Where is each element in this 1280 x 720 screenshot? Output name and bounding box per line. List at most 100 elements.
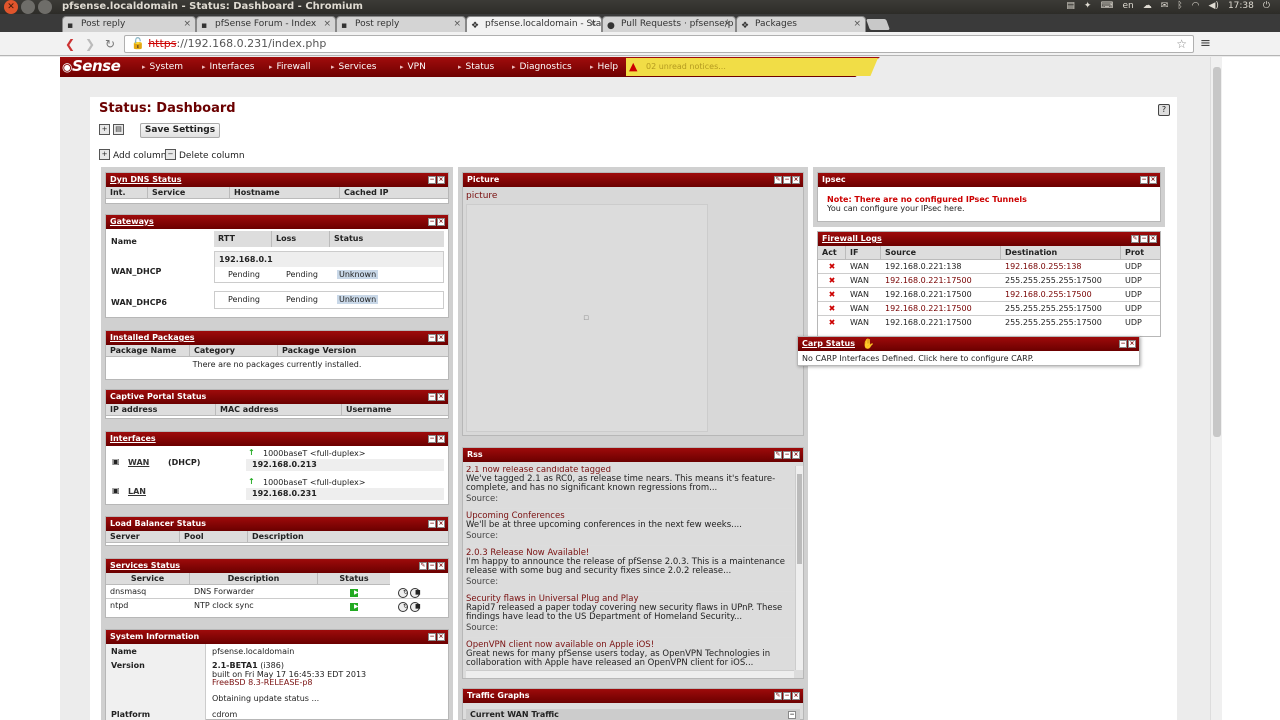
power-tray-icon[interactable]: ⏻ (1263, 0, 1270, 13)
minimize-icon[interactable]: − (783, 176, 791, 184)
minimize-icon[interactable]: − (1140, 235, 1148, 243)
cloud-tray-icon[interactable]: ☁ (1143, 0, 1152, 13)
delete-column-link[interactable]: Delete column (179, 151, 245, 161)
maximize-window-icon[interactable] (38, 0, 52, 14)
rss-horizontal-scrollbar[interactable] (466, 670, 794, 678)
ipsec-configure-link[interactable]: You can configure your IPsec here. (827, 204, 1160, 213)
minimize-icon[interactable]: − (788, 711, 796, 719)
menu-status[interactable]: ▸ Status (458, 59, 494, 75)
close-icon[interactable]: × (437, 176, 445, 184)
browser-tab[interactable]: ▪ pfSense Forum - Index × (196, 16, 336, 32)
close-icon[interactable]: × (437, 334, 445, 342)
close-icon[interactable]: × (437, 393, 445, 401)
help-icon[interactable]: ? (1158, 104, 1170, 116)
restart-service-icon[interactable]: ↻ (398, 602, 408, 612)
close-icon[interactable]: × (1149, 235, 1157, 243)
menu-services[interactable]: ▸ Services (331, 59, 376, 75)
add-widget-icon[interactable]: + (99, 124, 110, 135)
tab-close-icon[interactable]: × (723, 17, 731, 31)
close-icon[interactable]: × (437, 562, 445, 570)
new-tab-button[interactable] (865, 19, 891, 30)
carp-header-drag-handle[interactable]: Carp Status ✋ − × (798, 337, 1139, 351)
menu-firewall[interactable]: ▸ Firewall (269, 59, 310, 75)
bluetooth-tray-icon[interactable]: ᛒ (1177, 0, 1182, 13)
close-icon[interactable]: × (437, 633, 445, 641)
settings-icon[interactable]: ✎ (774, 176, 782, 184)
mail-tray-icon[interactable]: ✉ (1161, 0, 1169, 13)
tab-close-icon[interactable]: × (589, 17, 597, 31)
reload-icon[interactable]: ↻ (102, 36, 118, 52)
carp-configure-link[interactable]: No CARP Interfaces Defined. Click here t… (798, 351, 1139, 363)
minimize-icon[interactable]: − (428, 633, 436, 641)
carp-status-widget[interactable]: Carp Status ✋ − × No CARP Interfaces Defi… (797, 336, 1140, 366)
minimize-icon[interactable]: − (428, 562, 436, 570)
address-bar[interactable]: 🔓 https://192.168.0.231/index.php ☆ (124, 35, 1194, 53)
minimize-icon[interactable]: − (428, 218, 436, 226)
back-icon[interactable]: ❮ (62, 36, 78, 52)
insecure-lock-icon[interactable]: 🔓 (131, 37, 145, 50)
carp-title[interactable]: Carp Status (802, 339, 855, 348)
scrollbar-thumb[interactable] (1213, 67, 1221, 437)
close-icon[interactable]: × (1128, 340, 1136, 348)
browser-tab[interactable]: ▪ Post reply × (62, 16, 196, 32)
chrome-menu-icon[interactable]: ≡ (1200, 36, 1211, 51)
stop-service-icon[interactable]: ■ (410, 588, 421, 598)
interface-link-lan[interactable]: LAN (128, 487, 146, 496)
browser-tab[interactable]: ● Pull Requests · pfsense/p × (602, 16, 736, 32)
settings-icon[interactable]: ✎ (774, 451, 782, 459)
keyboard-tray-icon[interactable]: ⌨ (1100, 0, 1113, 13)
minimize-window-icon[interactable] (21, 0, 35, 14)
keyboard-language[interactable]: en (1122, 0, 1133, 13)
wifi-tray-icon[interactable]: ◠ (1192, 0, 1200, 13)
settings-icon[interactable]: ✎ (774, 692, 782, 700)
add-column-link[interactable]: Add column (113, 151, 166, 161)
close-icon[interactable]: × (792, 692, 800, 700)
browser-tab-active[interactable]: ❖ pfsense.localdomain - Sta × (466, 16, 602, 32)
bookmark-star-icon[interactable]: ☆ (1176, 36, 1187, 52)
clock[interactable]: 17:38 (1228, 0, 1254, 13)
forward-icon[interactable]: ❯ (82, 36, 98, 52)
close-window-icon[interactable]: ✕ (4, 0, 18, 14)
minimize-icon[interactable]: − (783, 692, 791, 700)
tab-close-icon[interactable]: × (323, 17, 331, 31)
stop-service-icon[interactable]: ■ (410, 602, 421, 612)
add-column-icon[interactable]: + (99, 149, 110, 160)
close-icon[interactable]: × (792, 451, 800, 459)
settings-icon[interactable]: ✎ (419, 562, 427, 570)
network-tray-icon[interactable]: ▤ (1066, 0, 1075, 13)
browser-tab[interactable]: ❖ Packages × (736, 16, 866, 32)
notices-bar[interactable]: ▲ 02 unread notices... (626, 58, 878, 76)
gateways-title[interactable]: Gateways (110, 217, 154, 226)
close-icon[interactable]: × (792, 176, 800, 184)
minimize-icon[interactable]: − (428, 435, 436, 443)
close-icon[interactable]: × (437, 520, 445, 528)
close-icon[interactable]: × (1149, 176, 1157, 184)
minimize-icon[interactable]: − (428, 176, 436, 184)
settings-icon[interactable]: ✎ (1131, 235, 1139, 243)
minimize-icon[interactable]: − (428, 520, 436, 528)
menu-system[interactable]: ▸ System (142, 59, 183, 75)
minimize-icon[interactable]: − (428, 393, 436, 401)
volume-tray-icon[interactable]: ◀) (1209, 0, 1219, 13)
delete-column-icon[interactable]: − (165, 149, 176, 160)
firewall-title[interactable]: Firewall Logs (822, 234, 882, 243)
tab-close-icon[interactable]: × (853, 17, 861, 31)
close-icon[interactable]: × (437, 435, 445, 443)
dyndns-title[interactable]: Dyn DNS Status (110, 175, 181, 184)
dropbox-tray-icon[interactable]: ✦ (1084, 0, 1092, 13)
tab-close-icon[interactable]: × (183, 17, 191, 31)
rss-scrollbar[interactable] (795, 466, 803, 670)
menu-diagnostics[interactable]: ▸ Diagnostics (512, 59, 572, 75)
widget-settings-icon[interactable]: ▤ (113, 124, 124, 135)
close-icon[interactable]: × (437, 218, 445, 226)
minimize-icon[interactable]: − (428, 334, 436, 342)
minimize-icon[interactable]: − (1119, 340, 1127, 348)
minimize-icon[interactable]: − (1140, 176, 1148, 184)
pfsense-logo[interactable]: ◉Sense (62, 57, 134, 77)
services-title[interactable]: Services Status (110, 561, 180, 570)
menu-help[interactable]: ▸ Help (590, 59, 618, 75)
packages-title[interactable]: Installed Packages (110, 333, 195, 342)
interfaces-title[interactable]: Interfaces (110, 434, 156, 443)
interface-link-wan[interactable]: WAN (128, 458, 149, 467)
page-scrollbar[interactable] (1210, 57, 1222, 720)
